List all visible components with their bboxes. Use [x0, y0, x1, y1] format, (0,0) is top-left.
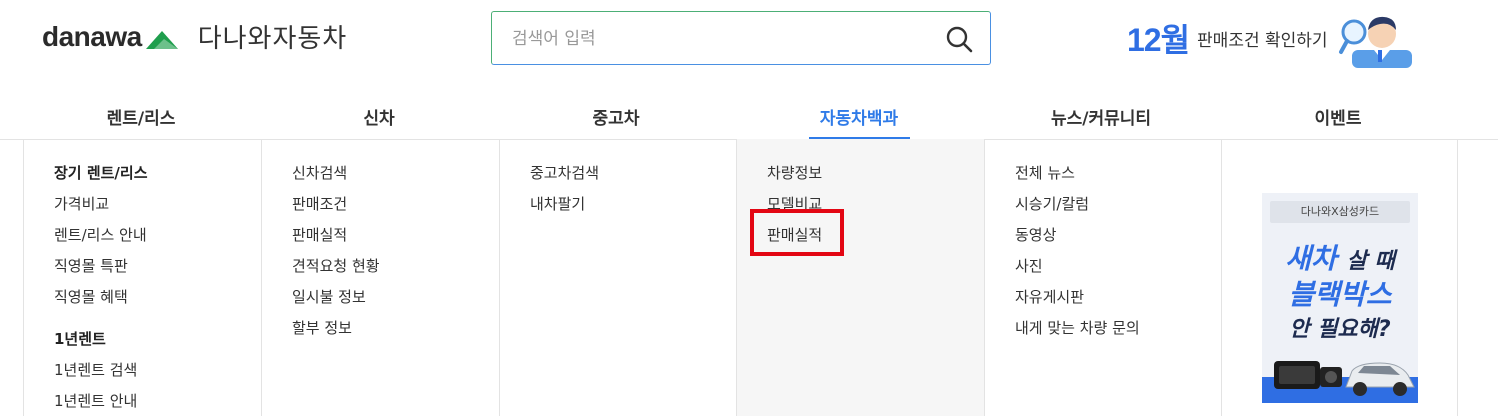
menu-item-1year-search[interactable]: 1년렌트 검색: [54, 360, 148, 391]
menu-col-used-car: 중고차검색 내차팔기: [500, 139, 737, 416]
banner-line1-b: 살 때: [1346, 249, 1395, 274]
nav-car-encyclopedia[interactable]: 자동차백과: [820, 104, 898, 129]
menu-item-test-drive-column[interactable]: 시승기/칼럼: [1015, 194, 1140, 225]
menu-item-vehicle-info[interactable]: 차량정보: [767, 163, 822, 194]
menu-col-news: 전체 뉴스 시승기/칼럼 동영상 사진 자유게시판 내게 맞는 차량 문의: [985, 139, 1222, 416]
menu-item-lump-sum[interactable]: 일시불 정보: [292, 287, 380, 318]
menu-col-rent: 장기 렌트/리스 가격비교 렌트/리스 안내 직영몰 특판 직영몰 혜택 1년렌…: [24, 139, 262, 416]
menu-item-sell-my-car[interactable]: 내차팔기: [530, 194, 599, 225]
menu-item-photo[interactable]: 사진: [1015, 256, 1140, 287]
menu-item-1year-guide[interactable]: 1년렌트 안내: [54, 391, 148, 416]
banner-car-dashcam-image: [1262, 361, 1418, 403]
menu-item-new-car-search[interactable]: 신차검색: [292, 163, 380, 194]
promo-month: 12월: [1127, 22, 1190, 58]
mega-menu: 장기 렌트/리스 가격비교 렌트/리스 안내 직영몰 특판 직영몰 혜택 1년렌…: [23, 139, 1458, 416]
nav-news-community[interactable]: 뉴스/커뮤니티: [1051, 104, 1151, 129]
menu-item-used-car-search[interactable]: 중고차검색: [530, 163, 599, 194]
dashcam-promo-banner[interactable]: 다나와X삼성카드 새차 살 때 블랙박스 안 필요해?: [1262, 193, 1418, 403]
menu-item-encyclopedia-sales-results[interactable]: 판매실적: [767, 225, 822, 256]
danawa-logo[interactable]: danawa 다나와자동차: [42, 18, 347, 55]
promo-character-icon: [1338, 16, 1412, 68]
main-nav: 렌트/리스 신차 중고차 자동차백과 뉴스/커뮤니티 이벤트: [0, 92, 1498, 140]
menu-item-sales-results[interactable]: 판매실적: [292, 225, 380, 256]
menu-col-encyclopedia: 차량정보 모델비교 판매실적: [737, 139, 985, 416]
menu-item-car-inquiry[interactable]: 내게 맞는 차량 문의: [1015, 318, 1140, 349]
nav-used-car[interactable]: 중고차: [593, 104, 640, 129]
menu-item-video[interactable]: 동영상: [1015, 225, 1140, 256]
logo-korean: 다나와자동차: [197, 24, 348, 54]
banner-line1: 새차 살 때: [1262, 237, 1418, 277]
logo-wordmark: danawa: [42, 20, 142, 52]
menu-col-new-car: 신차검색 판매조건 판매실적 견적요청 현황 일시불 정보 할부 정보: [262, 139, 500, 416]
menu-item-rent-guide[interactable]: 렌트/리스 안내: [54, 225, 148, 256]
banner-line1-a: 새차: [1285, 242, 1337, 275]
nav-new-car[interactable]: 신차: [363, 104, 394, 129]
menu-item-sales-conditions[interactable]: 판매조건: [292, 194, 380, 225]
menu-item-model-compare[interactable]: 모델비교: [767, 194, 822, 225]
menu-item-all-news[interactable]: 전체 뉴스: [1015, 163, 1140, 194]
menu-item-installment[interactable]: 할부 정보: [292, 318, 380, 349]
menu-item-direct-benefit[interactable]: 직영몰 혜택: [54, 287, 148, 318]
search-input[interactable]: [512, 26, 932, 52]
search-button[interactable]: [944, 24, 974, 54]
nav-event[interactable]: 이벤트: [1315, 104, 1362, 129]
menu-head-long-rent[interactable]: 장기 렌트/리스: [54, 163, 148, 194]
search-box: [491, 11, 991, 65]
banner-line3: 안 필요해?: [1289, 317, 1391, 342]
menu-item-price-compare[interactable]: 가격비교: [54, 194, 148, 225]
nav-rent-lease[interactable]: 렌트/리스: [107, 104, 176, 129]
banner-tag: 다나와X삼성카드: [1270, 201, 1410, 223]
search-icon: [946, 26, 973, 53]
promo-sales-conditions[interactable]: 12월 판매조건 확인하기: [1127, 8, 1418, 68]
menu-item-direct-special[interactable]: 직영몰 특판: [54, 256, 148, 287]
menu-head-1year-rent[interactable]: 1년렌트: [54, 329, 148, 360]
banner-line2: 블랙박스: [1288, 278, 1392, 311]
menu-item-quote-status[interactable]: 견적요청 현황: [292, 256, 380, 287]
menu-item-free-board[interactable]: 자유게시판: [1015, 287, 1140, 318]
promo-text: 판매조건 확인하기: [1197, 30, 1328, 51]
logo-swoosh-icon: [145, 30, 178, 49]
